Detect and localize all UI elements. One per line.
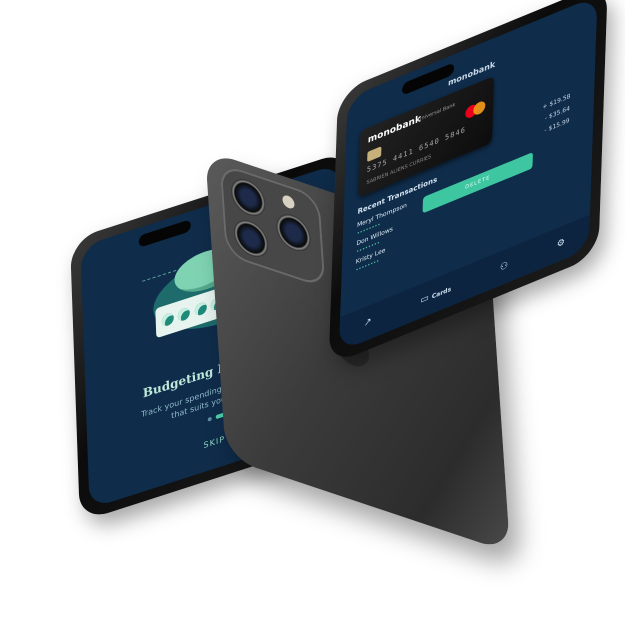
transaction-amounts: + $19.58 - $35.64 - $15.99 [541, 91, 570, 139]
users-icon: ⚇ [499, 260, 509, 274]
tab-users[interactable]: ⚇ [500, 260, 508, 273]
mini-pie-icon [161, 311, 175, 328]
cards-icon: ▭ [420, 292, 430, 307]
camera-lens-icon [275, 209, 312, 256]
mastercard-icon [465, 99, 486, 120]
tab-label: Cards [431, 285, 452, 301]
trend-arrow-icon: ↗ [363, 316, 372, 330]
card-subtitle: Universal Bank [417, 101, 456, 124]
tab-cards[interactable]: ▭ Cards [420, 284, 452, 307]
skip-button[interactable]: SKIP [203, 434, 225, 450]
camera-lens-icon [232, 215, 270, 262]
card-brand: monobank [367, 113, 422, 146]
page-dot[interactable] [207, 416, 212, 422]
tab-settings[interactable]: ⚙ [557, 237, 565, 250]
gear-icon: ⚙ [556, 236, 566, 251]
tab-analytics[interactable]: ↗ [364, 316, 372, 329]
camera-lens-icon [230, 174, 267, 221]
mini-pie-icon [178, 306, 191, 323]
flash-icon [282, 193, 295, 211]
mini-pie-icon [194, 301, 207, 317]
